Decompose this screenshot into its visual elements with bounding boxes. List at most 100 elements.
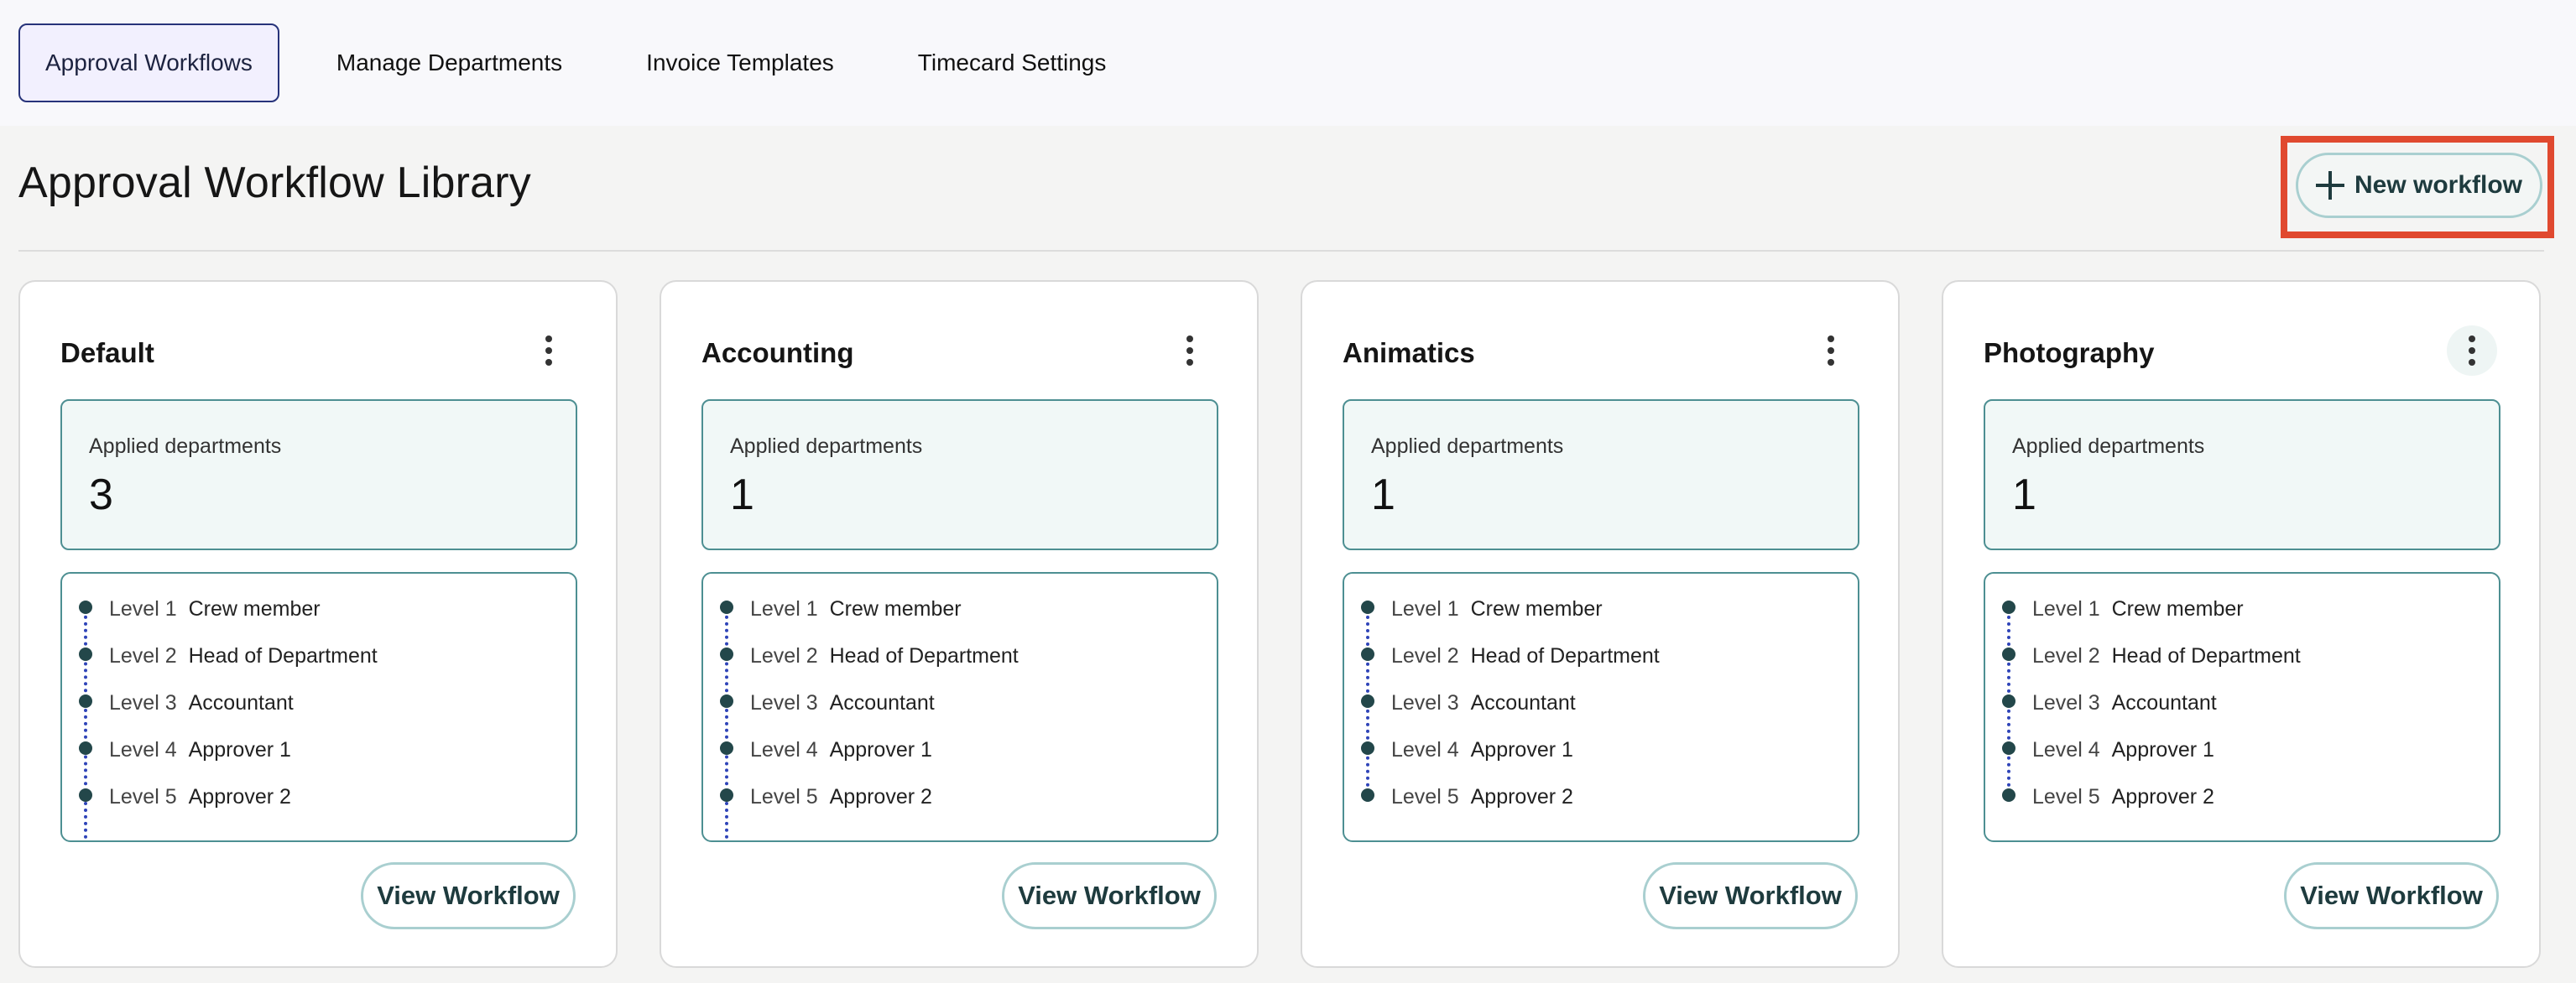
- new-workflow-button[interactable]: New workflow: [2296, 153, 2542, 218]
- level-number: Level 1: [750, 597, 818, 621]
- approval-levels-box: Level 1 Crew member Level 2 Head of Depart…: [1343, 572, 1859, 842]
- level-role: Accountant: [2111, 691, 2217, 715]
- level-row: Level 2 Head of Department: [1391, 644, 1660, 668]
- level-row: Level 4 Approver 1: [2032, 738, 2214, 762]
- card-title: Default: [60, 337, 154, 368]
- more-vertical-icon[interactable]: [524, 325, 574, 376]
- level-row: Level 2 Head of Department: [2032, 644, 2301, 668]
- timeline-dot: [2002, 741, 2015, 755]
- workflow-card-default: Default Applied departments 3 Level 1 Cre…: [18, 280, 618, 968]
- level-number: Level 2: [750, 644, 818, 668]
- timeline-dot: [79, 601, 92, 614]
- view-workflow-button[interactable]: View Workflow: [361, 862, 576, 929]
- card-title: Animatics: [1343, 337, 1475, 368]
- level-number: Level 2: [1391, 644, 1459, 668]
- level-role: Accountant: [829, 691, 935, 715]
- level-role: Head of Department: [829, 644, 1019, 668]
- level-number: Level 3: [750, 691, 818, 715]
- level-role: Accountant: [1470, 691, 1576, 715]
- workflow-card-photography: Photography Applied departments 1 Level …: [1942, 280, 2541, 968]
- level-role: Approver 1: [2111, 738, 2214, 762]
- level-number: Level 3: [109, 691, 177, 715]
- plus-icon: [2315, 171, 2344, 200]
- level-role: Head of Department: [1470, 644, 1660, 668]
- timeline-dot: [79, 648, 92, 661]
- level-role: Approver 1: [188, 738, 291, 762]
- level-row: Level 3 Accountant: [750, 691, 935, 715]
- tab-invoice-templates[interactable]: Invoice Templates: [619, 23, 861, 102]
- level-role: Accountant: [188, 691, 294, 715]
- applied-departments-label: Applied departments: [1371, 434, 1564, 458]
- level-number: Level 2: [109, 644, 177, 668]
- applied-departments-count: 1: [2012, 471, 2036, 519]
- more-vertical-icon[interactable]: [1165, 325, 1215, 376]
- level-number: Level 5: [2032, 785, 2100, 809]
- timeline-dot: [720, 601, 733, 614]
- level-number: Level 5: [750, 785, 818, 809]
- tab-manage-departments[interactable]: Manage Departments: [310, 23, 589, 102]
- level-role: Approver 2: [829, 785, 932, 809]
- applied-departments-count: 1: [1371, 471, 1395, 519]
- approval-levels-box: Level 1 Crew member Level 2 Head of Depart…: [60, 572, 577, 842]
- timeline-dot: [79, 788, 92, 802]
- level-row: Level 3 Accountant: [1391, 691, 1576, 715]
- level-number: Level 5: [109, 785, 177, 809]
- level-role: Approver 2: [1470, 785, 1573, 809]
- timeline-connector: [725, 609, 728, 840]
- tab-bar: Approval Workflows Manage Departments In…: [0, 0, 2576, 126]
- level-row: Level 5 Approver 2: [109, 785, 291, 809]
- tab-approval-workflows[interactable]: Approval Workflows: [18, 23, 279, 102]
- applied-departments-box: Applied departments 1: [701, 399, 1218, 550]
- level-number: Level 2: [2032, 644, 2100, 668]
- timeline-dot: [720, 694, 733, 708]
- timeline-dot: [2002, 694, 2015, 708]
- header-divider: [18, 250, 2544, 252]
- applied-departments-label: Applied departments: [730, 434, 923, 458]
- level-role: Approver 1: [829, 738, 932, 762]
- timeline-dot: [720, 648, 733, 661]
- card-title: Accounting: [701, 337, 854, 368]
- level-role: Approver 2: [2111, 785, 2214, 809]
- applied-departments-count: 1: [730, 471, 754, 519]
- level-row: Level 4 Approver 1: [109, 738, 291, 762]
- applied-departments-box: Applied departments 1: [1984, 399, 2500, 550]
- level-row: Level 1 Crew member: [750, 597, 962, 622]
- level-row: Level 1 Crew member: [2032, 597, 2244, 622]
- applied-departments-box: Applied departments 1: [1343, 399, 1859, 550]
- applied-departments-box: Applied departments 3: [60, 399, 577, 550]
- new-workflow-label: New workflow: [2354, 171, 2523, 199]
- tab-timecard-settings[interactable]: Timecard Settings: [891, 23, 1134, 102]
- timeline-dot: [2002, 648, 2015, 661]
- page-title: Approval Workflow Library: [18, 159, 531, 207]
- level-row: Level 4 Approver 1: [1391, 738, 1573, 762]
- level-number: Level 1: [109, 597, 177, 621]
- level-row: Level 3 Accountant: [2032, 691, 2217, 715]
- level-number: Level 5: [1391, 785, 1459, 809]
- level-role: Crew member: [188, 597, 321, 621]
- view-workflow-button[interactable]: View Workflow: [1002, 862, 1217, 929]
- more-vertical-icon[interactable]: [2447, 325, 2497, 376]
- level-number: Level 4: [750, 738, 818, 762]
- level-role: Crew member: [1470, 597, 1603, 621]
- applied-departments-count: 3: [89, 471, 113, 519]
- timeline-dot: [1361, 741, 1374, 755]
- level-row: Level 5 Approver 2: [1391, 785, 1573, 809]
- applied-departments-label: Applied departments: [2012, 434, 2205, 458]
- level-row: Level 2 Head of Department: [750, 644, 1019, 668]
- level-role: Head of Department: [2111, 644, 2301, 668]
- level-number: Level 3: [2032, 691, 2100, 715]
- more-vertical-icon[interactable]: [1806, 325, 1856, 376]
- timeline-dot: [79, 694, 92, 708]
- level-row: Level 1 Crew member: [109, 597, 321, 622]
- level-number: Level 4: [2032, 738, 2100, 762]
- level-row: Level 5 Approver 2: [2032, 785, 2214, 809]
- level-number: Level 3: [1391, 691, 1459, 715]
- view-workflow-button[interactable]: View Workflow: [2284, 862, 2499, 929]
- view-workflow-button[interactable]: View Workflow: [1643, 862, 1858, 929]
- level-role: Approver 1: [1470, 738, 1573, 762]
- level-number: Level 4: [1391, 738, 1459, 762]
- timeline-dot: [720, 741, 733, 755]
- card-title: Photography: [1984, 337, 2155, 368]
- timeline-dot: [1361, 788, 1374, 802]
- timeline-dot: [79, 741, 92, 755]
